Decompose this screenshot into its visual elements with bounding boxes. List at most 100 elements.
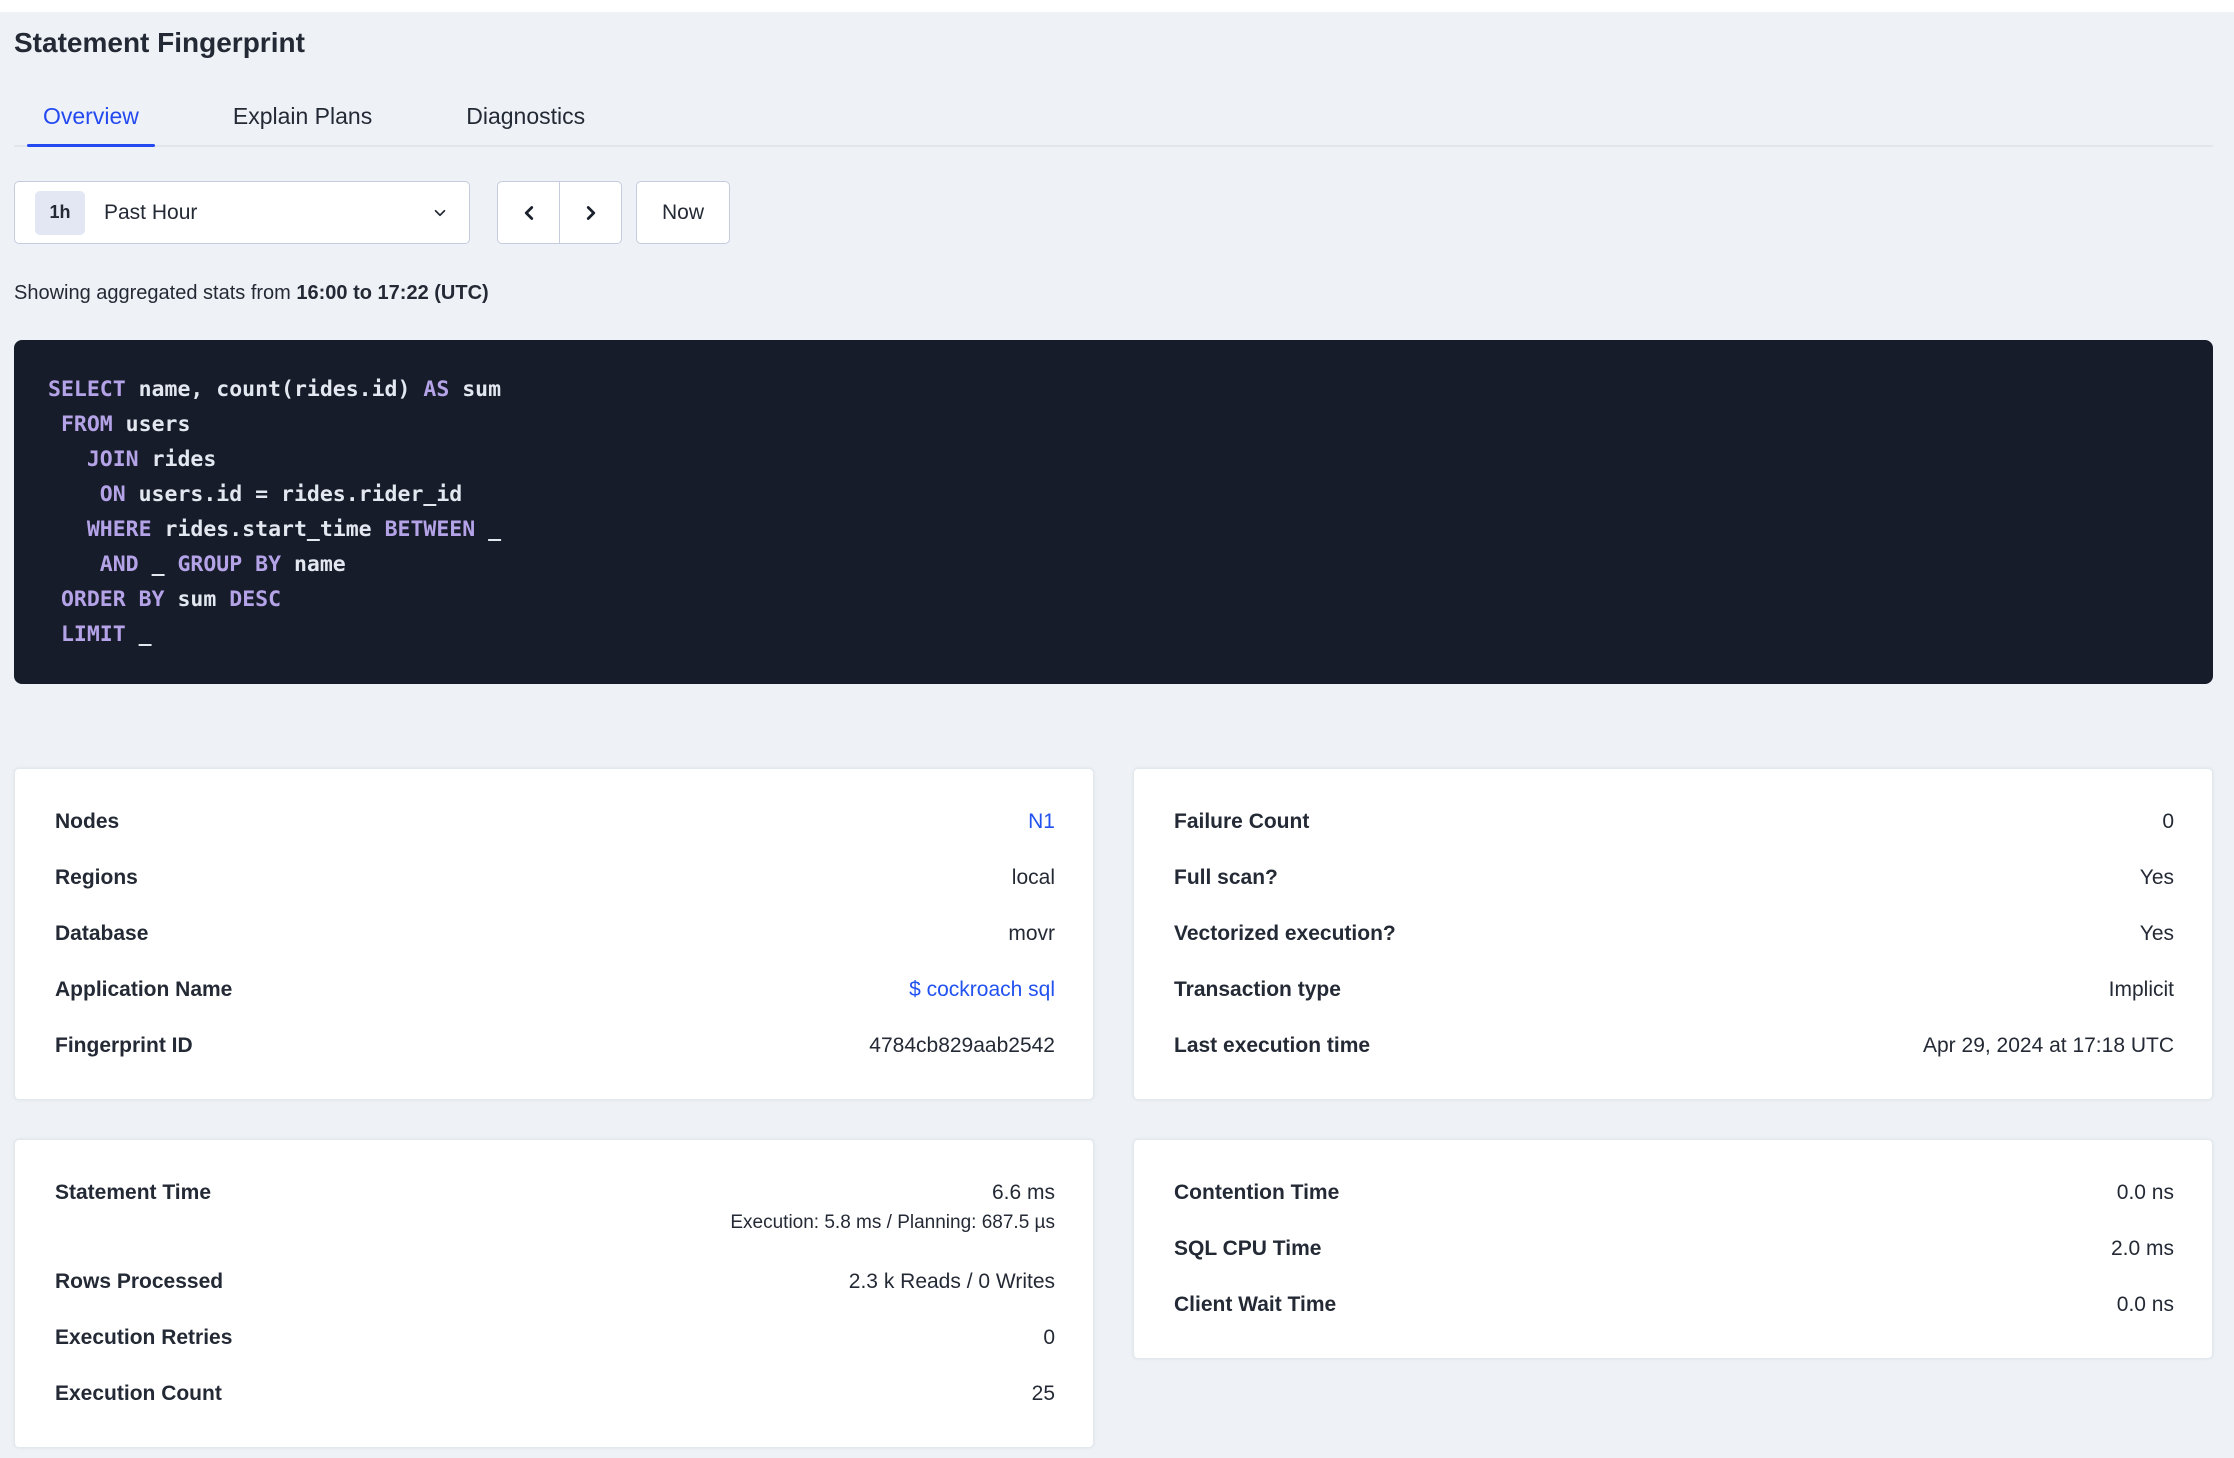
time-range-badge: 1h (35, 190, 85, 235)
info-value-wrap: Yes (2140, 865, 2174, 891)
info-label: Contention Time (1174, 1181, 1340, 1204)
info-label: Rows Processed (55, 1270, 224, 1293)
summary-cards: Nodes N1 Regions local Database movr Applicati… (14, 768, 2213, 1448)
statement-fingerprint-page: Statement Fingerprint Overview Explain P… (0, 0, 2234, 1458)
time-range-dropdown[interactable]: 1h Past Hour (14, 181, 470, 244)
row-full-scan: Full scan? Yes (1174, 850, 2174, 906)
chevron-right-icon (586, 205, 595, 220)
info-label: Full scan? (1174, 866, 1278, 889)
row-failure-count: Failure Count 0 (1174, 794, 2174, 850)
info-label: Client Wait Time (1174, 1293, 1337, 1316)
info-value-wrap: 6.6 ms Execution: 5.8 ms / Planning: 687.… (730, 1180, 1055, 1239)
aggregated-stats-line: Showing aggregated stats from 16:00 to 1… (14, 282, 2213, 305)
tab-diagnostics[interactable]: Diagnostics (450, 101, 601, 145)
info-value-wrap: 25 (1032, 1381, 1055, 1407)
info-label: Vectorized execution? (1174, 922, 1396, 945)
info-value-wrap: 4784cb829aab2542 (869, 1033, 1055, 1059)
info-label: Nodes (55, 810, 120, 833)
info-value: 0 (2162, 810, 2174, 833)
info-value: Yes (2139, 866, 2174, 889)
chevron-down-icon (434, 209, 446, 216)
sql-statement-box: SELECT name, count(rides.id) AS sum FROM… (14, 340, 2213, 684)
stats-line-range: 16:00 to 17:22 (UTC) (296, 282, 489, 304)
row-application-name: Application Name $ cockroach sql (55, 962, 1055, 1018)
row-rows-processed: Rows Processed 2.3 k Reads / 0 Writes (55, 1254, 1055, 1310)
row-transaction-type: Transaction type Implicit (1174, 962, 2174, 1018)
sql-line: ON users.id = rides.rider_id (99, 482, 463, 507)
tab-bar: Overview Explain Plans Diagnostics (14, 101, 2213, 147)
info-label: Application Name (55, 978, 233, 1001)
next-time-range-button[interactable] (559, 181, 622, 244)
info-value-wrap: 2.0 ms (2111, 1236, 2174, 1262)
row-vectorized-execution: Vectorized execution? Yes (1174, 906, 2174, 962)
row-statement-time: Statement Time 6.6 ms Execution: 5.8 ms / … (55, 1165, 1055, 1254)
statement-timing-card: Statement Time 6.6 ms Execution: 5.8 ms / … (14, 1139, 1094, 1448)
info-value: 0 (1043, 1326, 1055, 1349)
row-last-execution-time: Last execution time Apr 29, 2024 at 17:18… (1174, 1018, 2174, 1074)
info-label: SQL CPU Time (1174, 1237, 1322, 1260)
previous-time-range-button[interactable] (497, 181, 560, 244)
sql-line: AND _ GROUP BY name (99, 552, 346, 577)
row-contention-time: Contention Time 0.0 ns (1174, 1165, 2174, 1221)
info-label: Statement Time (55, 1181, 211, 1204)
info-value-wrap: 0.0 ns (2117, 1292, 2174, 1318)
info-value-wrap: Implicit (2109, 977, 2174, 1003)
statement-details-card: Nodes N1 Regions local Database movr Applicati… (14, 768, 1094, 1100)
info-value: Yes (2139, 922, 2174, 945)
info-value: 0.0 ns (2116, 1181, 2174, 1204)
info-value-wrap: N1 (1028, 809, 1055, 835)
execution-attributes-card: Failure Count 0 Full scan? Yes Vectorized ex… (1133, 768, 2213, 1100)
sql-line: JOIN rides (86, 447, 217, 472)
info-value-wrap: 2.3 k Reads / 0 Writes (849, 1269, 1055, 1295)
info-label: Database (55, 922, 149, 945)
info-value: movr (1008, 922, 1055, 945)
info-value: Implicit (2108, 978, 2174, 1001)
info-value-wrap: movr (1008, 921, 1055, 947)
sql-line: ORDER BY sum DESC (60, 587, 282, 612)
row-sql-cpu-time: SQL CPU Time 2.0 ms (1174, 1221, 2174, 1277)
info-label: Failure Count (1174, 810, 1310, 833)
row-execution-count: Execution Count 25 (55, 1366, 1055, 1422)
info-value: 6.6 ms (991, 1181, 1055, 1204)
chevron-left-icon (524, 205, 533, 220)
info-value-wrap: local (1012, 865, 1055, 891)
row-nodes: Nodes N1 (55, 794, 1055, 850)
info-value: 2.0 ms (2110, 1237, 2174, 1260)
info-value-wrap: 0 (2162, 809, 2174, 835)
info-value-wrap: $ cockroach sql (909, 977, 1055, 1003)
now-button[interactable]: Now (636, 181, 731, 244)
sql-line: SELECT name, count(rides.id) AS sum (48, 377, 502, 402)
sql-line: WHERE rides.start_time BETWEEN _ (86, 517, 502, 542)
info-value: Apr 29, 2024 at 17:18 UTC (1923, 1034, 2174, 1057)
info-label: Execution Retries (55, 1326, 233, 1349)
time-step-buttons (497, 181, 622, 244)
info-label: Transaction type (1174, 978, 1341, 1001)
top-strip (0, 0, 2234, 12)
content: Statement Fingerprint Overview Explain P… (0, 26, 2234, 1448)
tab-overview[interactable]: Overview (27, 101, 155, 147)
wait-time-card: Contention Time 0.0 ns SQL CPU Time 2.0 ms C… (1133, 1139, 2213, 1359)
sql-code: SELECT name, count(rides.id) AS sum FROM… (48, 372, 2179, 652)
info-value-wrap: Apr 29, 2024 at 17:18 UTC (1923, 1033, 2174, 1059)
time-toolbar: 1h Past Hour Now (14, 181, 2213, 244)
info-value-link[interactable]: $ cockroach sql (909, 978, 1055, 1001)
row-fingerprint-id: Fingerprint ID 4784cb829aab2542 (55, 1018, 1055, 1074)
info-value-link[interactable]: N1 (1028, 810, 1055, 833)
tab-explain-plans[interactable]: Explain Plans (217, 101, 388, 145)
info-label: Execution Count (55, 1382, 222, 1405)
info-label: Last execution time (1174, 1034, 1371, 1057)
info-value: 25 (1031, 1382, 1055, 1405)
info-value: 4784cb829aab2542 (869, 1034, 1055, 1057)
info-value-wrap: 0 (1043, 1325, 1055, 1351)
sql-line: LIMIT _ (60, 622, 152, 647)
row-regions: Regions local (55, 850, 1055, 906)
sql-line: FROM users (60, 412, 191, 437)
page-title: Statement Fingerprint (14, 27, 305, 58)
stats-line-prefix: Showing aggregated stats from (14, 282, 291, 304)
row-client-wait-time: Client Wait Time 0.0 ns (1174, 1277, 2174, 1333)
info-label: Fingerprint ID (55, 1034, 193, 1057)
info-value-wrap: Yes (2140, 921, 2174, 947)
info-value-subtext: Execution: 5.8 ms / Planning: 687.5 µs (730, 1212, 1055, 1233)
info-value: 0.0 ns (2116, 1293, 2174, 1316)
row-execution-retries: Execution Retries 0 (55, 1310, 1055, 1366)
